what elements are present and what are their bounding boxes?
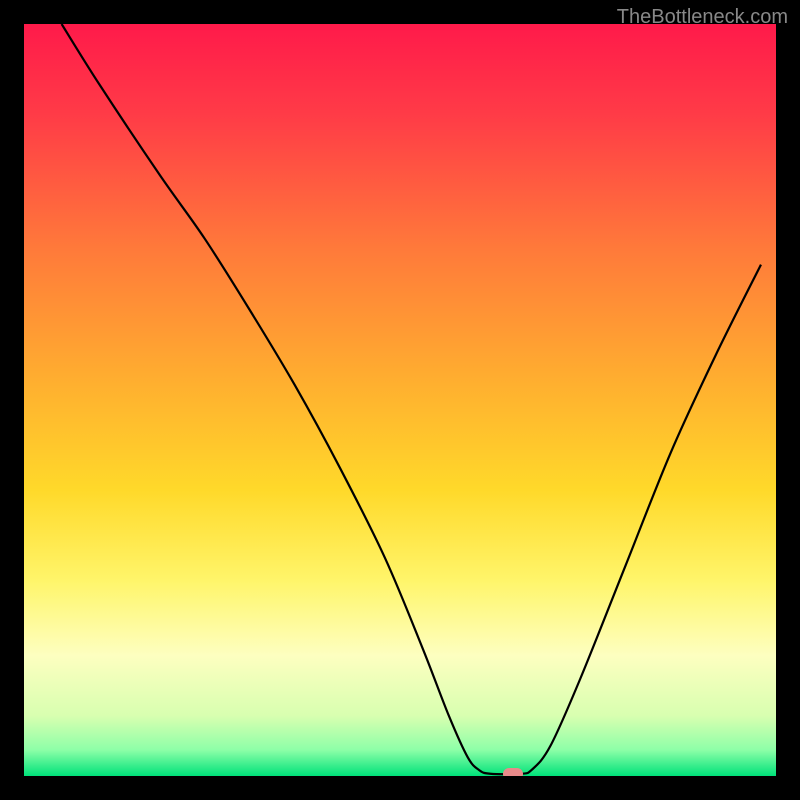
watermark-text: TheBottleneck.com <box>617 6 788 29</box>
chart-background <box>24 24 776 776</box>
chart-svg <box>24 24 776 776</box>
chart-plot-area <box>24 24 776 776</box>
optimal-marker <box>503 768 523 776</box>
